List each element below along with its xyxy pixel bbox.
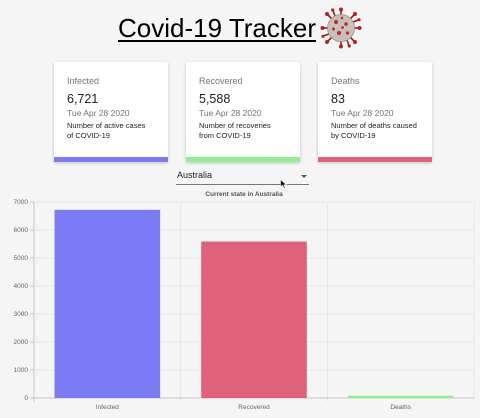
card-description-line: of COVID-19 (67, 131, 110, 140)
bar-recovered (201, 241, 307, 398)
card-label: Deaths (331, 76, 360, 86)
country-select-value: Australia (177, 170, 213, 180)
card-accent-bar (186, 157, 300, 162)
card-description-line: Number of recoveries (199, 121, 271, 130)
y-tick-label: 1000 (14, 367, 29, 374)
card-value: 5,588 (199, 92, 231, 106)
y-tick-label: 6000 (14, 227, 29, 234)
card-date: Tue Apr 28 2020 (199, 108, 262, 118)
card-description: Number of deaths caused by COVID-19 (331, 121, 420, 141)
card-date: Tue Apr 28 2020 (67, 108, 130, 118)
card-description: Number of active cases of COVID-19 (67, 121, 156, 141)
infected-card: Infected 6,721 Tue Apr 28 2020 Number of… (54, 62, 168, 162)
y-tick-label: 4000 (14, 283, 29, 290)
chart-title: Current state in Australia (205, 191, 283, 198)
x-tick-label: Deaths (390, 404, 411, 411)
card-label: Infected (67, 76, 100, 86)
x-tick-label: Infected (96, 404, 120, 411)
card-accent-bar (54, 157, 168, 162)
y-tick-label: 5000 (14, 255, 29, 262)
page: Covid-19 Tracker Infected 6,721 Tue Apr … (0, 0, 480, 418)
bar-chart: Current state in Australia 0 1000 2000 3000… (0, 186, 480, 418)
bar-infected (54, 209, 161, 398)
x-tick-label: Recovered (238, 404, 270, 411)
card-value: 6,721 (67, 92, 99, 106)
header: Covid-19 Tracker (0, 7, 480, 49)
y-tick-label: 2000 (14, 339, 29, 346)
card-description-line: from COVID-19 (199, 131, 251, 140)
deaths-card: Deaths 83 Tue Apr 28 2020 Number of deat… (318, 62, 432, 162)
dropdown-arrow-icon[interactable] (301, 175, 307, 178)
card-description-line: by COVID-19 (331, 131, 376, 140)
recovered-card: Recovered 5,588 Tue Apr 28 2020 Number o… (186, 62, 300, 162)
card-description: Number of recoveries from COVID-19 (199, 121, 288, 141)
card-accent-bar (318, 157, 432, 162)
y-tick-label: 7000 (14, 199, 29, 206)
app-title: Covid-19 Tracker (118, 12, 316, 43)
card-description-line: Number of active cases (67, 121, 146, 130)
y-tick-label: 3000 (14, 311, 29, 318)
card-description-line: Number of deaths caused (331, 121, 417, 130)
bar-chart-svg: Current state in Australia 0 1000 2000 3000… (14, 191, 475, 411)
y-tick-label: 0 (24, 395, 28, 402)
card-value: 83 (331, 92, 345, 106)
bar-deaths (347, 395, 454, 398)
card-label: Recovered (199, 76, 243, 86)
card-date: Tue Apr 28 2020 (331, 108, 394, 118)
country-select[interactable]: Australia (176, 169, 309, 185)
coronavirus-icon (320, 7, 362, 49)
